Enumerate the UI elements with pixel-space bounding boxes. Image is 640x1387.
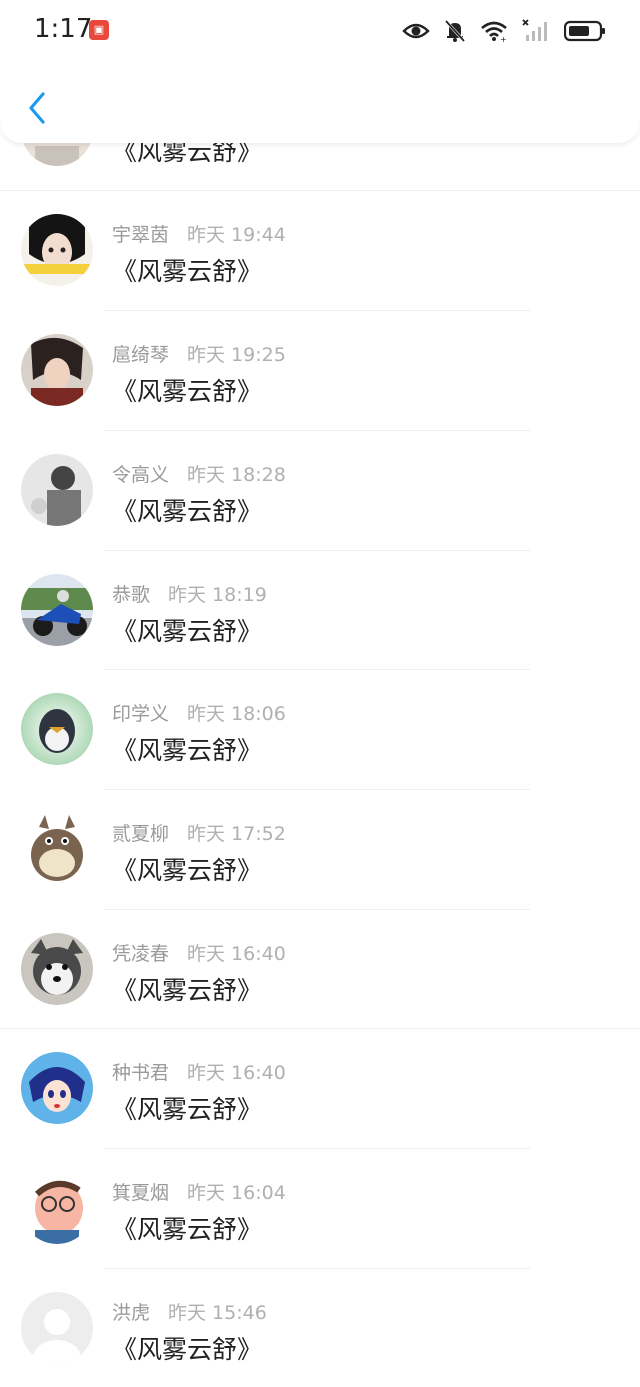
commenter-name[interactable]: 恭歌 — [112, 584, 150, 606]
comment-time: 昨天 19:44 — [187, 224, 286, 246]
comment-time: 昨天 18:28 — [187, 464, 286, 486]
commenter-name[interactable]: 贰夏柳 — [112, 823, 169, 845]
avatar[interactable] — [21, 214, 93, 286]
comment-time: 昨天 18:06 — [187, 703, 286, 725]
avatar[interactable] — [21, 1052, 93, 1124]
list-item[interactable]: 贰夏柳 昨天 17:52 《风雾云舒》 — [0, 789, 640, 909]
comment-time: 昨天 16:04 — [187, 1182, 286, 1204]
comment-time: 昨天 19:25 — [187, 344, 286, 366]
commenter-name[interactable]: 种书君 — [112, 1062, 169, 1084]
list-item[interactable]: 种书君 昨天 16:40 《风雾云舒》 — [0, 1028, 640, 1148]
status-time: 1:17 — [34, 14, 93, 44]
comment-text: 《风雾云舒》 — [112, 1335, 263, 1364]
comment-time: 昨天 15:46 — [168, 1302, 267, 1324]
list-item[interactable]: 扈绮琴 昨天 19:25 《风雾云舒》 — [0, 310, 640, 430]
comment-text: 《风雾云舒》 — [112, 497, 263, 526]
svg-text:+: + — [500, 35, 507, 42]
avatar[interactable] — [21, 693, 93, 765]
bell-muted-icon — [444, 19, 466, 43]
comment-time: 昨天 18:19 — [168, 584, 267, 606]
comment-text: 《风雾云舒》 — [112, 976, 263, 1005]
avatar[interactable] — [21, 1292, 93, 1364]
list-item[interactable]: 箕夏烟 昨天 16:04 《风雾云舒》 — [0, 1148, 640, 1268]
comment-text: 《风雾云舒》 — [112, 736, 263, 765]
avatar[interactable] — [21, 574, 93, 646]
commenter-name[interactable]: 令高义 — [112, 464, 169, 486]
comment-text: 《风雾云舒》 — [112, 1095, 263, 1124]
comment-text: 《风雾云舒》 — [112, 1215, 263, 1244]
list-item[interactable]: 令高义 昨天 18:28 《风雾云舒》 — [0, 430, 640, 550]
avatar[interactable] — [21, 933, 93, 1005]
list-item[interactable]: 印学义 昨天 18:06 《风雾云舒》 — [0, 669, 640, 789]
list-item[interactable]: 凭凌春 昨天 16:40 《风雾云舒》 — [0, 909, 640, 1029]
list-item[interactable]: 洪虎 昨天 15:46 《风雾云舒》 — [0, 1268, 640, 1387]
commenter-name[interactable]: 印学义 — [112, 703, 169, 725]
list-item[interactable]: 宇翠茵 昨天 19:44 《风雾云舒》 — [0, 190, 640, 310]
avatar[interactable] — [21, 813, 93, 885]
chevron-left-icon — [29, 92, 45, 124]
comment-text: 《风雾云舒》 — [112, 377, 263, 406]
shopping-app-icon: ▣ — [89, 20, 109, 40]
commenter-name[interactable]: 凭凌春 — [112, 943, 169, 965]
battery-icon — [564, 20, 605, 42]
avatar[interactable] — [21, 1172, 93, 1244]
comment-time: 昨天 17:52 — [187, 823, 286, 845]
back-button[interactable] — [20, 88, 54, 128]
status-bar: 1:17 ▣ + — [0, 0, 640, 62]
comment-text: 《风雾云舒》 — [112, 617, 263, 646]
commenter-name[interactable]: 宇翠茵 — [112, 224, 169, 246]
commenter-name[interactable]: 扈绮琴 — [112, 344, 169, 366]
top-bar: 1:17 ▣ + — [0, 0, 640, 143]
comment-time: 昨天 16:40 — [187, 1062, 286, 1084]
commenter-name[interactable]: 箕夏烟 — [112, 1182, 169, 1204]
comment-time: 昨天 16:40 — [187, 943, 286, 965]
commenter-name[interactable]: 洪虎 — [112, 1302, 150, 1324]
comment-text: 《风雾云舒》 — [112, 257, 263, 286]
wifi-icon: + — [481, 21, 507, 42]
signal-off-icon — [522, 19, 547, 41]
list-item[interactable]: 恭歌 昨天 18:19 《风雾云舒》 — [0, 550, 640, 670]
eye-icon — [402, 23, 430, 39]
avatar[interactable] — [21, 334, 93, 406]
comment-text: 《风雾云舒》 — [112, 856, 263, 885]
avatar[interactable] — [21, 454, 93, 526]
